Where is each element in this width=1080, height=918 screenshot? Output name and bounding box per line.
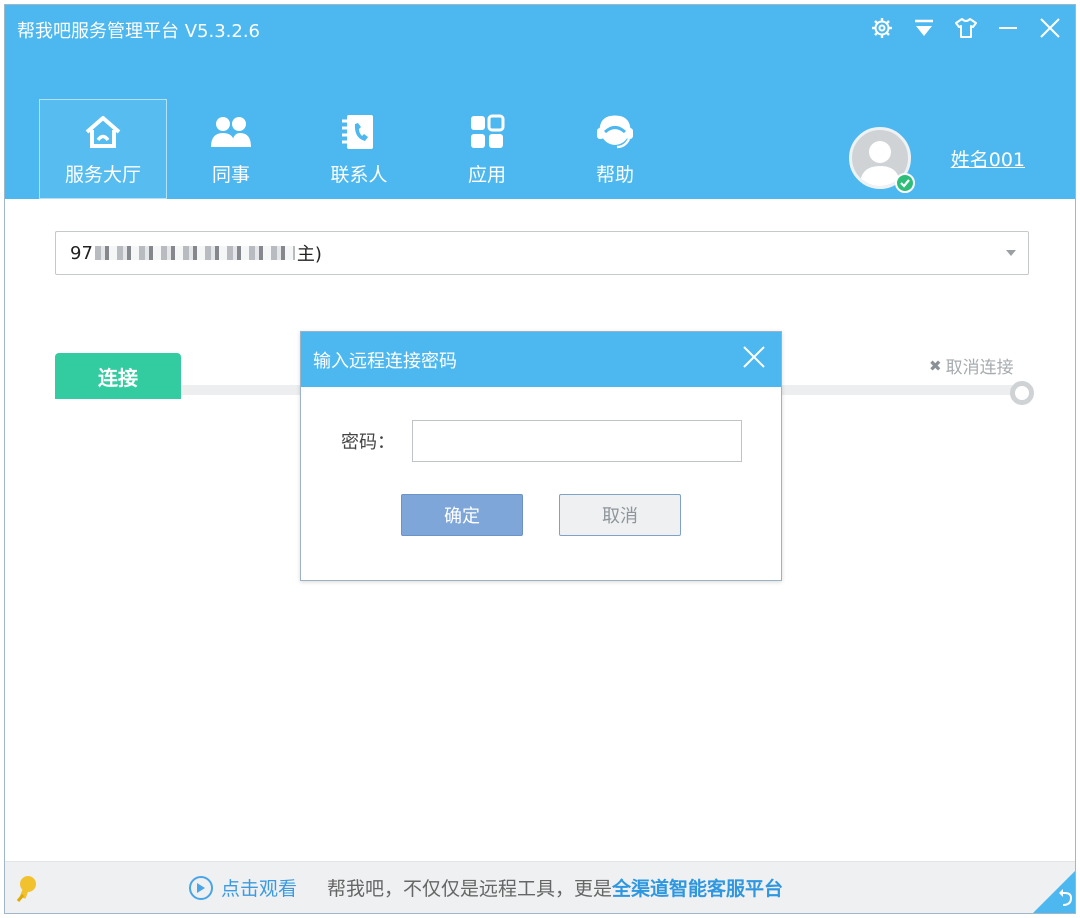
header-bar: 帮我吧服务管理平台 V5.3.2.6 服务大厅 同事 联系人 应用 帮助 姓名0… bbox=[5, 5, 1075, 199]
dialog-close-icon[interactable] bbox=[739, 342, 769, 372]
password-label: 密码： bbox=[341, 432, 395, 453]
close-icon[interactable] bbox=[1033, 11, 1067, 45]
nav-label: 应用 bbox=[467, 163, 506, 186]
nav-label: 帮助 bbox=[595, 163, 634, 186]
confirm-button[interactable]: 确定 bbox=[401, 494, 523, 536]
play-icon[interactable] bbox=[189, 875, 213, 900]
account-prefix: 97 bbox=[70, 242, 93, 264]
user-name-link[interactable]: 姓名001 bbox=[951, 145, 1025, 172]
account-select[interactable]: 97 主) bbox=[55, 231, 1029, 275]
dialog-header: 输入远程连接密码 bbox=[301, 332, 781, 387]
account-suffix: 主) bbox=[296, 244, 322, 265]
main-nav: 服务大厅 同事 联系人 应用 帮助 bbox=[39, 99, 679, 199]
password-dialog: 输入远程连接密码 密码： 确定 取消 bbox=[300, 331, 782, 581]
footer-bar: 点击观看 帮我吧，不仅仅是远程工具，更是 全渠道智能客服平台 bbox=[5, 861, 1075, 913]
dialog-title: 输入远程连接密码 bbox=[313, 350, 457, 372]
tip-bulb-icon[interactable] bbox=[15, 874, 37, 908]
nav-item-colleagues[interactable]: 同事 bbox=[167, 99, 295, 199]
redacted-account-text bbox=[94, 246, 295, 260]
password-input[interactable] bbox=[412, 420, 742, 462]
chevron-down-icon bbox=[1006, 250, 1016, 256]
slogan-emphasis[interactable]: 全渠道智能客服平台 bbox=[612, 874, 783, 901]
home-icon bbox=[83, 112, 123, 152]
slogan-text: 帮我吧，不仅仅是远程工具，更是 bbox=[327, 878, 613, 900]
nav-label: 同事 bbox=[211, 163, 250, 186]
nav-item-help[interactable]: 帮助 bbox=[551, 99, 679, 199]
apps-icon bbox=[469, 112, 505, 152]
dropdown-menu-icon[interactable] bbox=[907, 11, 941, 45]
close-small-icon: ✖ bbox=[929, 356, 942, 375]
progress-end-knob bbox=[1010, 381, 1034, 405]
nav-label: 联系人 bbox=[330, 163, 388, 186]
cancel-connection-link[interactable]: ✖ 取消连接 bbox=[929, 353, 1014, 379]
cancel-connection-label: 取消连接 bbox=[945, 358, 1014, 378]
online-status-icon bbox=[894, 173, 915, 193]
nav-item-contacts[interactable]: 联系人 bbox=[295, 99, 423, 199]
skin-icon[interactable] bbox=[949, 11, 983, 45]
minimize-icon[interactable] bbox=[991, 11, 1025, 45]
app-title: 帮我吧服务管理平台 V5.3.2.6 bbox=[17, 21, 261, 42]
nav-label: 服务大厅 bbox=[64, 163, 141, 186]
colleagues-icon bbox=[210, 112, 252, 152]
user-profile: 姓名001 bbox=[848, 127, 1025, 193]
contacts-icon bbox=[341, 112, 377, 152]
avatar-wrap bbox=[848, 127, 915, 193]
nav-item-service-hall[interactable]: 服务大厅 bbox=[39, 99, 167, 199]
window-controls bbox=[865, 11, 1067, 45]
app-window: 帮我吧服务管理平台 V5.3.2.6 服务大厅 同事 联系人 应用 帮助 姓名0… bbox=[4, 4, 1076, 914]
help-headset-icon bbox=[595, 112, 635, 152]
connect-button[interactable]: 连接 bbox=[55, 353, 181, 399]
settings-icon[interactable] bbox=[865, 11, 899, 45]
cancel-button[interactable]: 取消 bbox=[559, 494, 681, 536]
watch-video-link[interactable]: 点击观看 bbox=[221, 874, 297, 901]
corner-feedback-icon[interactable] bbox=[1033, 869, 1075, 913]
footer-ticker: 点击观看 帮我吧，不仅仅是远程工具，更是 全渠道智能客服平台 bbox=[189, 874, 783, 901]
nav-item-apps[interactable]: 应用 bbox=[423, 99, 551, 199]
